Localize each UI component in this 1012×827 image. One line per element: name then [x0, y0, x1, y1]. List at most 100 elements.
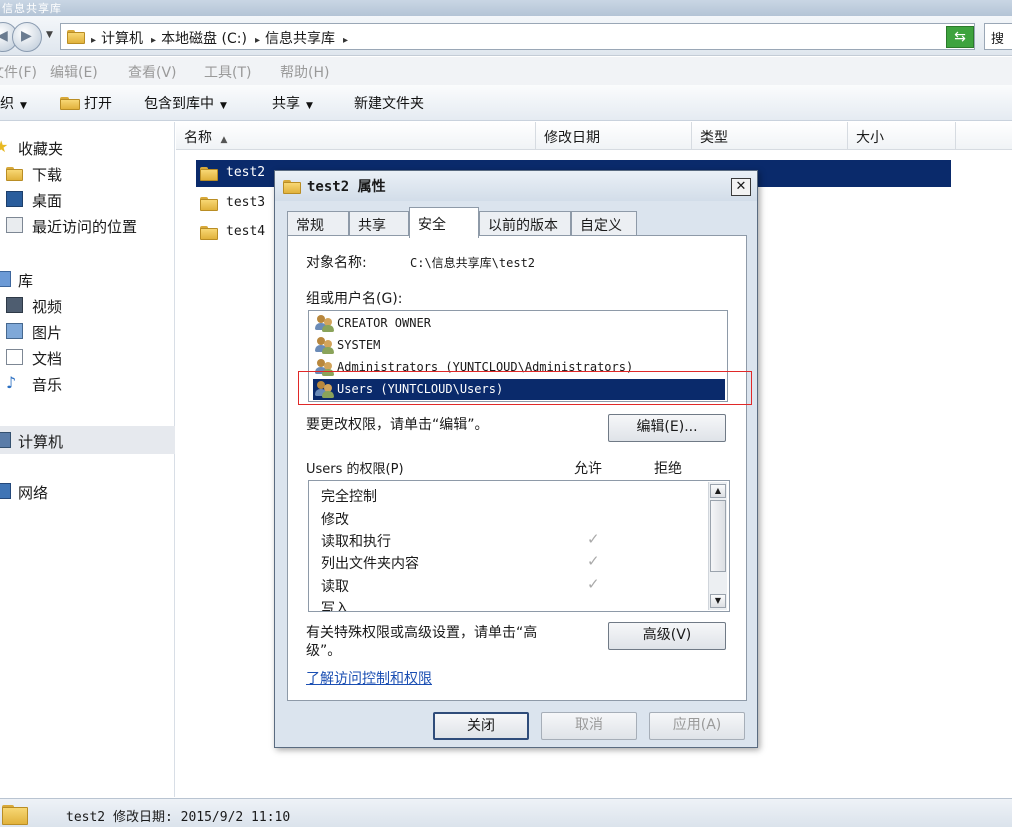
advanced-hint-line2: 级”。	[306, 643, 342, 659]
scroll-thumb[interactable]	[710, 500, 726, 572]
file-row-test4[interactable]: test4	[196, 219, 276, 246]
library-icon	[0, 271, 11, 287]
tab-security[interactable]: 安全	[409, 207, 479, 238]
window-title-bar: 信息共享库	[0, 0, 1012, 16]
close-dialog-button[interactable]: 关闭	[433, 712, 529, 740]
refresh-icon: ⇆	[954, 29, 966, 45]
navigation-pane: ★ 收藏夹 下载 桌面 最近访问的位置 库 视频 图片 文档 ♪ 音乐 计算机 …	[0, 122, 175, 797]
advanced-button[interactable]: 高级(V)	[608, 622, 726, 650]
nav-music[interactable]: ♪ 音乐	[0, 372, 175, 396]
permission-row: 读取 ✓	[321, 575, 600, 595]
breadcrumb-share-library[interactable]: ▸ 信息共享库 ▸	[255, 28, 353, 48]
dialog-title-bar: test2 属性 ✕	[275, 171, 757, 201]
folder-icon	[200, 165, 218, 181]
column-type[interactable]: 类型	[692, 122, 848, 150]
tab-sharing[interactable]: 共享	[349, 211, 409, 236]
address-row: ◀ ▶ ▼ ▸计算机 ▸本地磁盘 (C:) ▸信息共享库▸ ▼ ⇆ 搜	[0, 16, 1012, 56]
star-icon: ★	[0, 137, 9, 156]
dialog-title: test2 属性	[307, 179, 386, 195]
address-bar[interactable]: ▸计算机 ▸本地磁盘 (C:) ▸信息共享库▸ ▼	[60, 23, 975, 50]
nav-libraries[interactable]: 库	[0, 268, 175, 292]
search-input[interactable]: 搜	[984, 23, 1012, 50]
nav-documents[interactable]: 文档	[0, 346, 175, 370]
new-folder-button[interactable]: 新建文件夹	[354, 93, 424, 113]
open-folder-icon	[60, 95, 80, 110]
properties-dialog: test2 属性 ✕ 常规 共享 安全 以前的版本 自定义 对象名称: C:\信…	[274, 170, 758, 748]
open-button[interactable]: 打开	[60, 93, 112, 113]
file-row-test3[interactable]: test3	[196, 190, 276, 217]
permission-row: 读取和执行 ✓	[321, 530, 600, 550]
column-date-modified[interactable]: 修改日期	[536, 122, 692, 150]
sort-ascending-icon: ▲	[220, 135, 228, 145]
advanced-hint-line1: 有关特殊权限或高级设置，请单击“高	[306, 625, 538, 641]
video-icon	[6, 297, 23, 313]
nav-downloads[interactable]: 下载	[0, 162, 175, 186]
group-or-user-label: 组或用户名(G):	[306, 291, 403, 307]
nav-computer[interactable]: 计算机	[0, 426, 175, 454]
menu-view[interactable]: 查看(V)	[128, 62, 177, 82]
highlight-box	[298, 371, 752, 405]
share-button[interactable]: 共享 ▼	[272, 93, 313, 113]
menu-help[interactable]: 帮助(H)	[280, 62, 329, 82]
refresh-button[interactable]: ⇆	[946, 26, 974, 48]
network-icon	[0, 483, 11, 499]
edit-button[interactable]: 编辑(E)...	[608, 414, 726, 442]
scroll-down-icon[interactable]: ▼	[710, 594, 726, 608]
downloads-folder-icon	[6, 165, 23, 181]
object-name-value: C:\信息共享库\test2	[410, 256, 536, 270]
permission-row: 修改	[321, 512, 349, 528]
forward-button[interactable]: ▶	[12, 22, 42, 52]
menu-file[interactable]: 文件(F)	[0, 62, 37, 82]
nav-pictures[interactable]: 图片	[0, 320, 175, 344]
nav-recent-places[interactable]: 最近访问的位置	[0, 214, 175, 238]
nav-favorites[interactable]: ★ 收藏夹	[0, 136, 175, 160]
desktop-icon	[6, 191, 23, 207]
close-button[interactable]: ✕	[731, 178, 751, 196]
allow-check-icon: ✓	[587, 530, 600, 548]
cancel-button[interactable]: 取消	[541, 712, 637, 740]
back-arrow-icon: ◀	[0, 28, 8, 44]
list-item[interactable]: CREATOR OWNER	[313, 313, 725, 334]
list-item[interactable]: SYSTEM	[313, 335, 725, 356]
column-name[interactable]: 名称 ▲	[176, 122, 536, 150]
folder-icon	[67, 28, 85, 44]
organize-button[interactable]: 组织▼	[0, 93, 27, 113]
tab-previous-versions[interactable]: 以前的版本	[479, 211, 571, 236]
permission-row: 列出文件夹内容 ✓	[321, 552, 600, 572]
permissions-scrollbar[interactable]: ▲ ▼	[708, 482, 727, 610]
selected-folder-icon	[2, 803, 28, 825]
menu-tools[interactable]: 工具(T)	[204, 62, 251, 82]
object-name-label: 对象名称:	[306, 255, 367, 271]
recent-places-icon	[6, 217, 23, 233]
allow-column-header: 允许	[574, 461, 602, 477]
recent-pages-dropdown-icon[interactable]: ▼	[46, 30, 53, 40]
nav-videos[interactable]: 视频	[0, 294, 175, 318]
breadcrumb-local-disk[interactable]: ▸ 本地磁盘 (C:)	[151, 28, 247, 48]
folder-icon	[200, 224, 218, 240]
learn-access-control-link[interactable]: 了解访问控制和权限	[306, 668, 432, 688]
users-icon	[315, 337, 335, 354]
change-permissions-hint: 要更改权限，请单击“编辑”。	[306, 417, 489, 433]
scroll-up-icon[interactable]: ▲	[710, 484, 726, 498]
tab-customize[interactable]: 自定义	[571, 211, 637, 236]
apply-button[interactable]: 应用(A)	[649, 712, 745, 740]
details-text: test2 修改日期: 2015/9/2 11:10	[66, 810, 291, 825]
breadcrumb-computer[interactable]: ▸ 计算机	[91, 28, 143, 48]
window-title: 信息共享库	[2, 2, 62, 15]
nav-network[interactable]: 网络	[0, 480, 175, 504]
permission-row: 完全控制	[321, 489, 377, 505]
pictures-icon	[6, 323, 23, 339]
nav-desktop[interactable]: 桌面	[0, 188, 175, 212]
close-icon: ✕	[735, 179, 747, 194]
folder-icon	[200, 195, 218, 211]
tab-general[interactable]: 常规	[287, 211, 349, 236]
column-size[interactable]: 大小	[848, 122, 956, 150]
music-note-icon: ♪	[6, 373, 17, 392]
permission-row: 写入	[321, 601, 349, 612]
menu-edit[interactable]: 编辑(E)	[50, 62, 98, 82]
include-in-library-button[interactable]: 包含到库中 ▼	[144, 93, 227, 113]
allow-check-icon: ✓	[587, 575, 600, 593]
documents-icon	[6, 349, 23, 365]
menu-bar: 文件(F) 编辑(E) 查看(V) 工具(T) 帮助(H)	[0, 57, 1012, 85]
column-headers: 名称 ▲ 修改日期 类型 大小	[176, 122, 1012, 150]
